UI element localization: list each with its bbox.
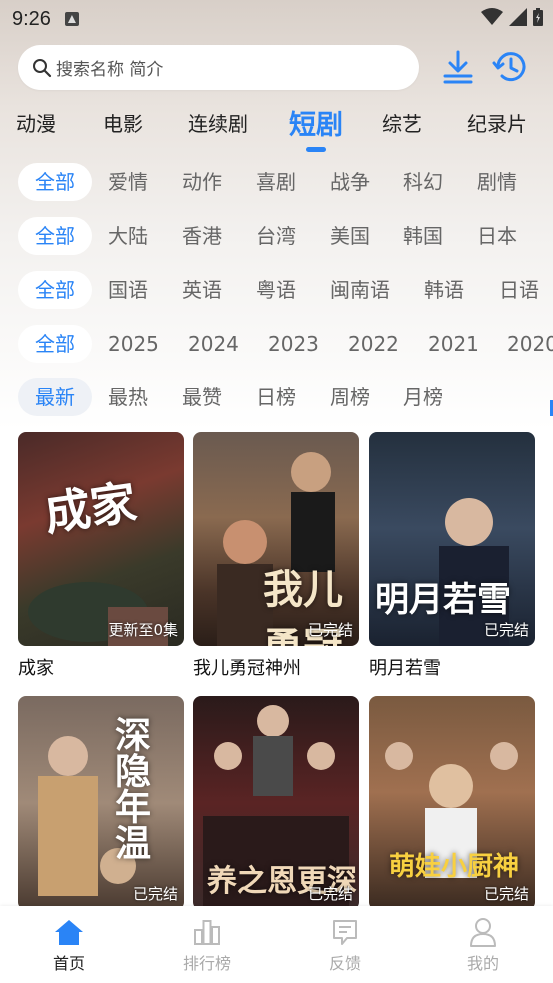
year-chip[interactable]: 2021 [428,325,479,363]
region-chip[interactable]: 韩国 [403,217,443,255]
language-filter-row: 全部 国语 英语 粤语 闽南语 韩语 日语 [0,271,553,309]
genre-chip[interactable]: 喜剧 [256,163,296,201]
poster-image: 深隐年温 已完结 [18,696,184,910]
region-chip[interactable]: 香港 [182,217,222,255]
poster-calligraphy: 成家 [41,474,140,542]
drama-title: 我儿勇冠神州 [193,658,301,679]
tab-movie[interactable]: 电影 [103,108,143,137]
poster-image: 我儿勇冠神 已完结 [193,432,359,646]
language-chip[interactable]: 韩语 [424,271,464,309]
tab-series[interactable]: 连续剧 [188,108,248,137]
language-chip[interactable]: 闽南语 [330,271,390,309]
sort-chip[interactable]: 最赞 [182,378,222,416]
profile-icon [470,918,496,947]
tab-variety[interactable]: 综艺 [382,108,422,137]
sort-chip-latest[interactable]: 最新 [18,378,92,416]
nav-home[interactable]: 首页 [24,916,114,974]
episode-status: 已完结 [307,885,353,903]
ranking-icon [194,920,220,945]
year-chip-all[interactable]: 全部 [18,325,92,363]
sort-filter-row: 最新 最热 最赞 日榜 周榜 月榜 [0,378,553,416]
year-chip[interactable]: 2025 [108,325,159,363]
sort-chip[interactable]: 最热 [108,378,148,416]
nav-label: 首页 [52,954,85,973]
episode-status: 已完结 [483,885,529,903]
sort-chip[interactable]: 日榜 [256,378,296,416]
genre-chip[interactable]: 剧情 [477,163,517,201]
poster-image: 明月若雪 已完结 [369,432,535,646]
signal-icon [509,8,527,26]
genre-chip-all[interactable]: 全部 [18,163,92,201]
status-time: 9:26 [12,7,51,30]
nav-profile[interactable]: 我的 [438,916,528,974]
year-chip[interactable]: 2023 [268,325,319,363]
category-tabs: 动漫 电影 连续剧 短剧 综艺 纪录片 [0,98,553,152]
genre-chip[interactable]: 爱情 [108,163,148,201]
episode-status: 已完结 [307,621,353,639]
feedback-icon [333,920,357,945]
nav-label: 反馈 [328,954,361,973]
history-icon[interactable] [492,48,528,86]
tab-anime[interactable]: 动漫 [16,108,56,137]
region-chip[interactable]: 台湾 [256,217,296,255]
year-chip[interactable]: 2020 [507,325,553,363]
nav-label: 排行榜 [182,954,231,973]
episode-status: 已完结 [483,621,529,639]
poster-image: 萌娃小厨神 已完结 [369,696,535,910]
poster-art [38,736,136,896]
genre-chip[interactable]: 科幻 [403,163,443,201]
language-chip[interactable]: 粤语 [256,271,296,309]
battery-icon [533,8,543,26]
drama-title: 成家 [18,658,54,679]
status-bar: 9:26 [0,0,553,38]
active-tab-indicator [306,147,326,152]
genre-chip[interactable]: 战争 [330,163,370,201]
language-chip-all[interactable]: 全部 [18,271,92,309]
poster-calligraphy: 深隐年温 [109,716,151,860]
home-icon [55,920,83,945]
tab-short-drama[interactable]: 短剧 [289,103,343,142]
region-chip[interactable]: 大陆 [108,217,148,255]
search-icon [33,58,52,77]
genre-filter-row: 全部 爱情 动作 喜剧 战争 科幻 剧情 [0,163,553,201]
nav-ranking[interactable]: 排行榜 [162,916,252,974]
nav-label: 我的 [466,954,499,973]
bottom-navigation: 首页 排行榜 反馈 我的 [0,906,553,983]
region-chip[interactable]: 美国 [330,217,370,255]
tab-documentary[interactable]: 纪录片 [467,108,527,137]
language-chip[interactable]: 日语 [499,271,539,309]
sort-chip[interactable]: 周榜 [330,378,370,416]
poster-image: 养之恩更深 已完结 [193,696,359,910]
episode-status: 更新至0集 [108,621,178,639]
poster-calligraphy: 明月若雪 [375,580,511,620]
drama-title: 明月若雪 [369,658,441,679]
region-filter-row: 全部 大陆 香港 台湾 美国 韩国 日本 [0,217,553,255]
episode-status: 已完结 [132,885,178,903]
genre-chip[interactable]: 动作 [182,163,222,201]
wifi-icon [481,8,503,25]
nav-feedback[interactable]: 反馈 [300,916,390,974]
poster-image: 成家 更新至0集 [18,432,184,646]
search-placeholder: 搜索名称 简介 [56,60,164,80]
region-chip[interactable]: 日本 [477,217,517,255]
download-icon[interactable] [440,48,476,86]
poster-calligraphy: 萌娃小厨神 [389,852,520,882]
year-filter-row: 全部 2025 2024 2023 2022 2021 2020 [0,325,553,363]
search-input[interactable]: 搜索名称 简介 [18,45,419,90]
language-chip[interactable]: 英语 [182,271,222,309]
language-chip[interactable]: 国语 [108,271,148,309]
sort-chip[interactable]: 月榜 [403,378,443,416]
notification-icon [64,12,79,26]
region-chip-all[interactable]: 全部 [18,217,92,255]
year-chip[interactable]: 2024 [188,325,239,363]
year-chip[interactable]: 2022 [348,325,399,363]
